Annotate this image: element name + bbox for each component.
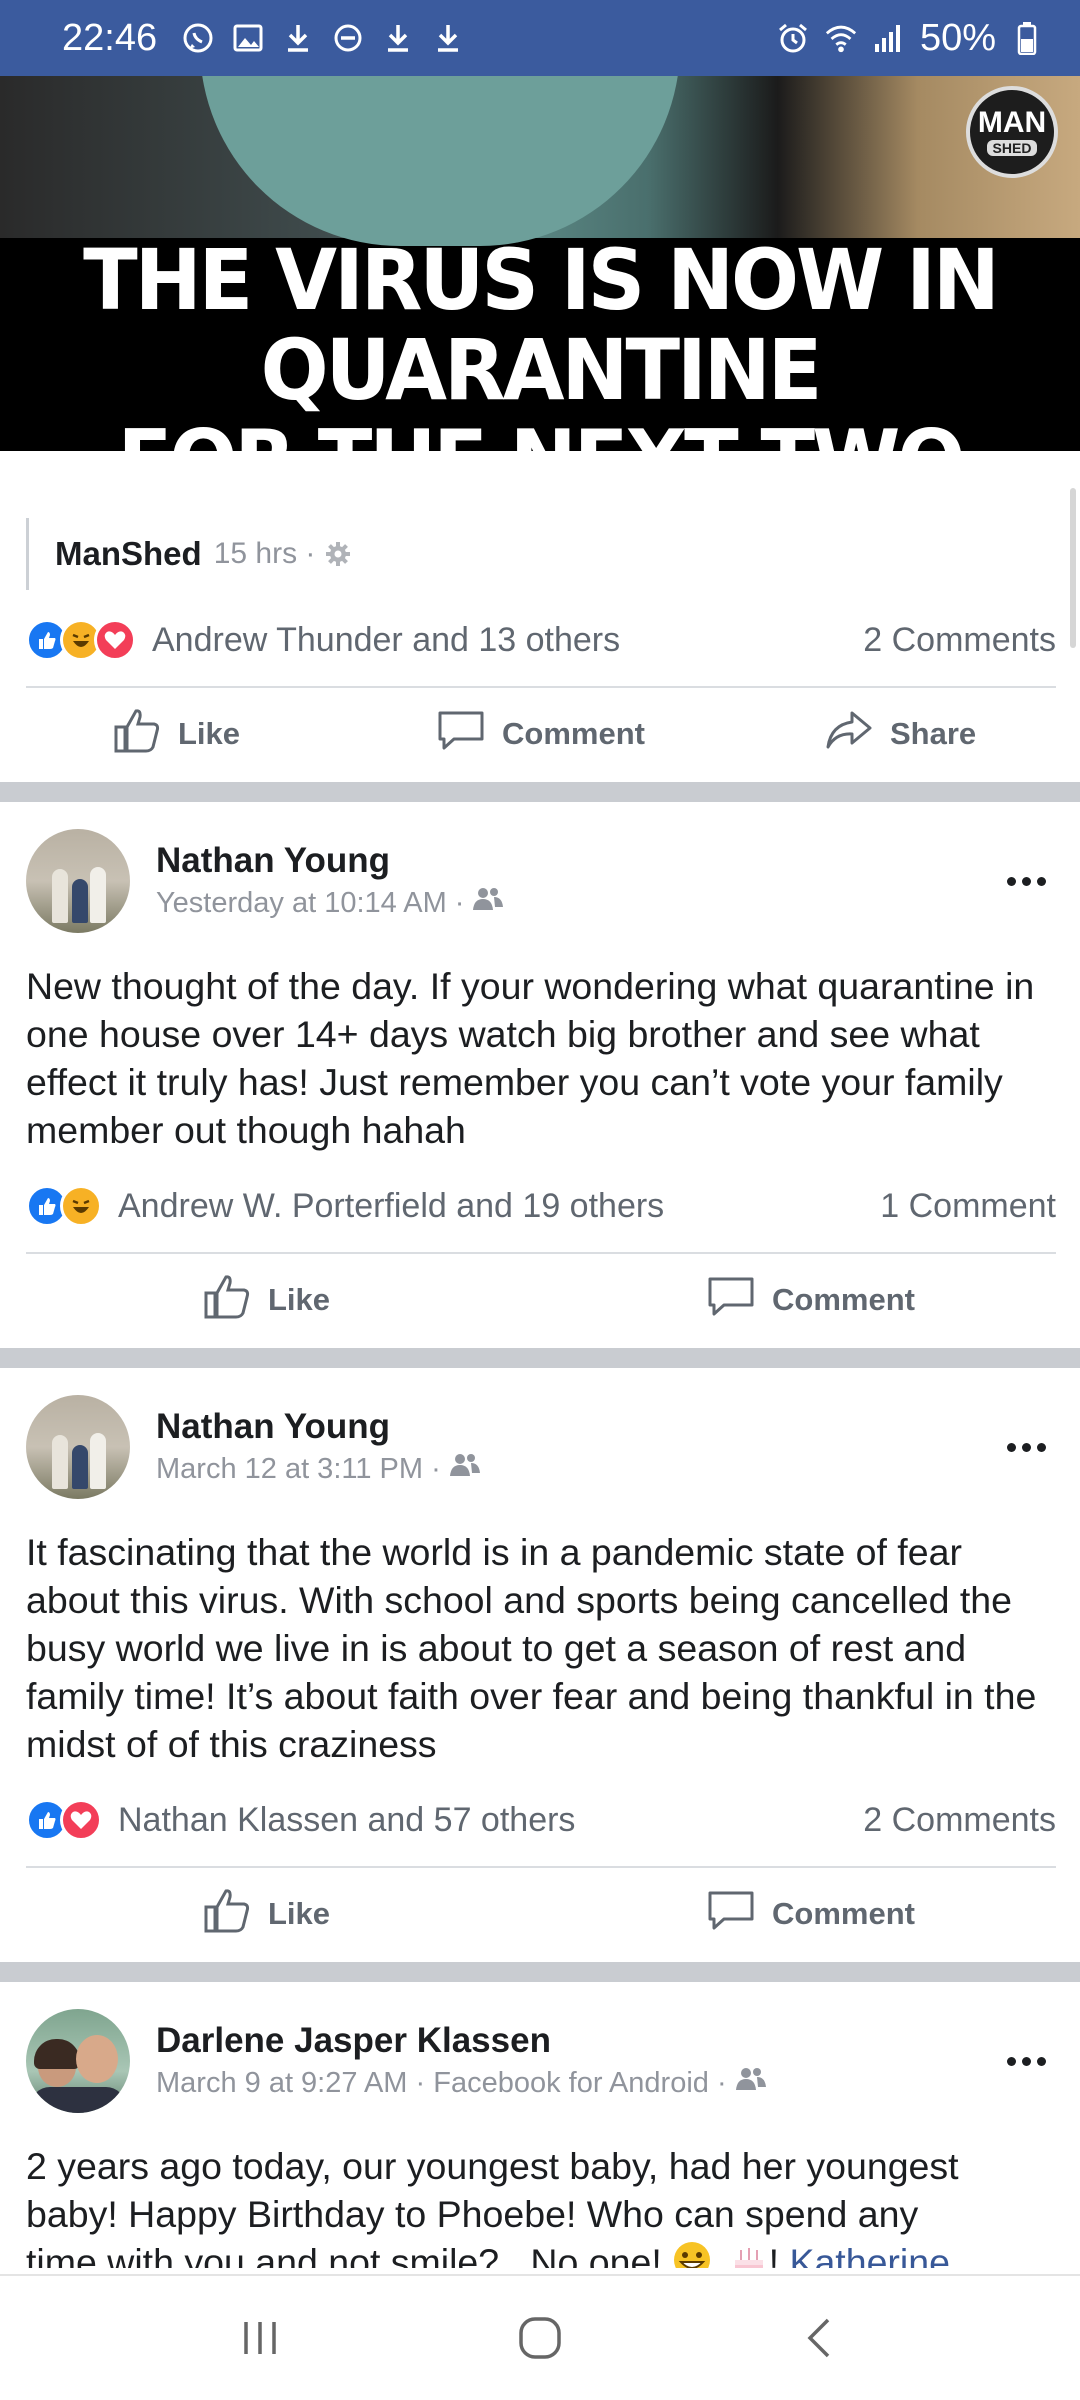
- post-time[interactable]: Yesterday at 10:14 AM ·: [156, 883, 464, 923]
- more-options-icon[interactable]: [996, 1427, 1056, 1467]
- shared-meme-image[interactable]: MAN SHED THE VIRUS IS NOW IN QUARANTINE …: [0, 76, 1080, 451]
- source-name[interactable]: ManShed: [55, 535, 202, 573]
- love-reaction-icon: [94, 619, 136, 661]
- meme-caption-line2: FOR THE NEXT TWO WEEKS: [0, 415, 1080, 451]
- thumbs-up-icon: [112, 705, 162, 763]
- reactions-row[interactable]: Nathan Klassen and 57 others 2 Comments: [26, 1790, 1056, 1850]
- friends-icon: [449, 1449, 481, 1489]
- download-icon: [381, 21, 415, 55]
- feed-separator: [0, 1348, 1080, 1368]
- system-nav-bar: [0, 2274, 1080, 2400]
- meme-caption: THE VIRUS IS NOW IN QUARANTINE FOR THE N…: [0, 235, 1080, 451]
- post-text-line: baby! Happy Birthday to Phoebe! Who can …: [26, 2193, 919, 2235]
- share-button[interactable]: Share: [824, 705, 976, 763]
- avatar[interactable]: [26, 2009, 130, 2113]
- like-button[interactable]: Like: [112, 705, 240, 763]
- comments-count[interactable]: 1 Comment: [880, 1187, 1056, 1226]
- friends-icon: [472, 883, 504, 923]
- shared-source[interactable]: ManShed 15 hrs ·: [26, 518, 351, 590]
- reaction-icons: [26, 1799, 102, 1841]
- wifi-icon: [824, 21, 858, 55]
- post-actions: Like Comment: [0, 1870, 1080, 1958]
- post-text: It fascinating that the world is in a pa…: [26, 1531, 1037, 1765]
- avatar[interactable]: [26, 829, 130, 933]
- download-icon: [281, 21, 315, 55]
- post-text-line: time with you and not smile?...No one! !…: [26, 2238, 1056, 2268]
- status-bar: 22:46 50%: [0, 0, 1080, 76]
- post-time[interactable]: March 12 at 3:11 PM ·: [156, 1449, 441, 1489]
- whatsapp-icon: [181, 21, 215, 55]
- comment-button[interactable]: Comment: [706, 1885, 915, 1943]
- post-text: New thought of the day. If your wonderin…: [26, 965, 1035, 1151]
- post-time[interactable]: March 9 at 9:27 AM · Facebook for Androi…: [156, 2063, 727, 2103]
- reaction-icons: [26, 619, 136, 661]
- comment-icon: [436, 705, 486, 763]
- comments-count[interactable]: 2 Comments: [863, 621, 1056, 660]
- friends-icon: [735, 2063, 767, 2103]
- signal-icon: [872, 21, 906, 55]
- home-icon[interactable]: [500, 2298, 580, 2378]
- status-time: 22:46: [62, 16, 158, 59]
- like-button[interactable]: Like: [202, 1885, 330, 1943]
- battery-percent: 50%: [919, 16, 996, 59]
- comment-icon: [706, 1271, 756, 1329]
- thumbs-up-icon: [202, 1885, 252, 1943]
- share-icon: [824, 705, 874, 763]
- battery-icon: [1010, 21, 1044, 55]
- comment-button[interactable]: Comment: [706, 1271, 915, 1329]
- reactions-names[interactable]: Nathan Klassen and 57 others: [118, 1801, 575, 1840]
- alarm-icon: [776, 21, 810, 55]
- scroll-indicator: [1070, 488, 1076, 648]
- birthday-cake-emoji-icon: [729, 2240, 769, 2268]
- recent-apps-icon[interactable]: [220, 2298, 300, 2378]
- reactions-names[interactable]: Andrew W. Porterfield and 19 others: [118, 1187, 664, 1226]
- post-header: Darlene Jasper Klassen March 9 at 9:27 A…: [26, 2006, 1056, 2116]
- post-actions: Like Comment Share: [0, 690, 1080, 778]
- post-actions: Like Comment: [0, 1256, 1080, 1344]
- post-text-line: 2 years ago today, our youngest baby, ha…: [26, 2145, 959, 2187]
- comment-icon: [706, 1885, 756, 1943]
- reactions-row[interactable]: Andrew W. Porterfield and 19 others 1 Co…: [26, 1176, 1056, 1236]
- like-button[interactable]: Like: [202, 1271, 330, 1329]
- post-header: Nathan Young Yesterday at 10:14 AM ·: [26, 826, 1056, 936]
- post-header: Nathan Young March 12 at 3:11 PM ·: [26, 1392, 1056, 1502]
- feed-separator: [0, 782, 1080, 802]
- more-options-icon[interactable]: [996, 861, 1056, 901]
- post-author[interactable]: Nathan Young: [156, 839, 504, 883]
- download-icon: [431, 21, 465, 55]
- gallery-icon: [231, 21, 265, 55]
- source-time: 15 hrs ·: [213, 537, 316, 570]
- more-options-icon[interactable]: [996, 2041, 1056, 2081]
- feed-separator: [0, 1962, 1080, 1982]
- meme-caption-line1: THE VIRUS IS NOW IN QUARANTINE: [83, 231, 1000, 420]
- mention-link[interactable]: Katherine: [789, 2241, 950, 2268]
- post-author[interactable]: Darlene Jasper Klassen: [156, 2019, 767, 2063]
- comments-count[interactable]: 2 Comments: [863, 1801, 1056, 1840]
- grinning-emoji-icon: [672, 2240, 712, 2268]
- haha-reaction-icon: [60, 1185, 102, 1227]
- comment-button[interactable]: Comment: [436, 705, 645, 763]
- thumbs-up-icon: [202, 1271, 252, 1329]
- post-text: 2 years ago today, our youngest baby, ha…: [26, 2142, 1056, 2268]
- divider: [26, 686, 1056, 688]
- back-icon[interactable]: [780, 2298, 860, 2378]
- do-not-disturb-icon: [331, 21, 365, 55]
- reactions-row[interactable]: Andrew Thunder and 13 others 2 Comments: [26, 610, 1056, 670]
- love-reaction-icon: [60, 1799, 102, 1841]
- post-author[interactable]: Nathan Young: [156, 1405, 481, 1449]
- divider: [26, 1252, 1056, 1254]
- divider: [26, 1866, 1056, 1868]
- meme-photo: [0, 76, 1080, 246]
- reaction-icons: [26, 1185, 102, 1227]
- gear-icon: [325, 541, 351, 567]
- reactions-names[interactable]: Andrew Thunder and 13 others: [152, 621, 620, 660]
- avatar[interactable]: [26, 1395, 130, 1499]
- manshed-logo: MAN SHED: [966, 86, 1058, 178]
